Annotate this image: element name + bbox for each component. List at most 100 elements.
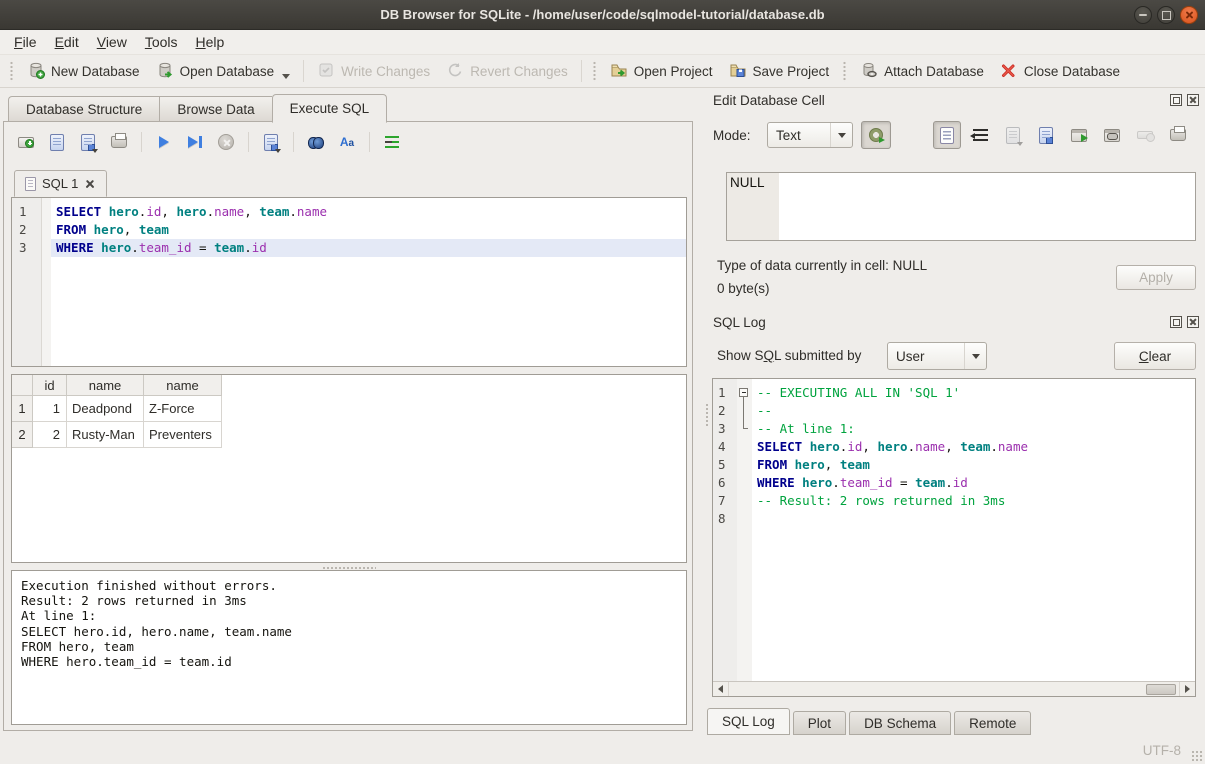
grid-cell[interactable]: Z-Force [144, 396, 222, 422]
write-changes-button[interactable]: Write Changes [309, 57, 438, 86]
close-dock-icon[interactable] [1187, 94, 1199, 106]
sql-log-view[interactable]: 12345678 -- EXECUTING ALL IN 'SQL 1'----… [712, 378, 1196, 697]
row-header[interactable]: 1 [12, 396, 33, 422]
print-sql-icon[interactable] [109, 132, 129, 152]
close-tab-icon[interactable] [84, 178, 96, 190]
fold-collapse-icon[interactable] [739, 388, 748, 397]
row-header[interactable]: 2 [12, 422, 33, 448]
close-button[interactable] [1180, 6, 1198, 24]
export-icon[interactable] [1065, 121, 1093, 149]
close-database-icon [1000, 61, 1018, 82]
save-results-icon[interactable] [261, 132, 281, 152]
editor-code[interactable]: SELECT hero.id, hero.name, team.nameFROM… [51, 198, 686, 366]
tab-plot[interactable]: Plot [793, 711, 846, 735]
menu-edit[interactable]: Edit [46, 31, 88, 53]
word-wrap-icon[interactable] [966, 121, 994, 149]
tab-db-schema[interactable]: DB Schema [849, 711, 951, 735]
grid-cell[interactable]: Preventers [144, 422, 222, 448]
vertical-splitter-handle[interactable] [705, 403, 709, 427]
import-text-icon[interactable] [999, 121, 1027, 149]
float-dock-icon[interactable] [1170, 94, 1182, 106]
line-number: 2 [12, 221, 41, 239]
maximize-button[interactable] [1157, 6, 1175, 24]
toolbar-handle[interactable] [9, 60, 14, 82]
code-line[interactable]: WHERE hero.team_id = team.id [51, 239, 686, 257]
sql-editor[interactable]: 123 SELECT hero.id, hero.name, team.name… [11, 197, 687, 367]
tab-browse-data[interactable]: Browse Data [159, 96, 271, 122]
mode-select[interactable]: Text [767, 122, 853, 148]
column-header[interactable]: id [33, 375, 67, 396]
save-sql-file-icon[interactable] [78, 132, 98, 152]
save-project-button[interactable]: Save Project [721, 57, 838, 86]
log-filter-select[interactable]: User [887, 342, 987, 370]
scrollbar-thumb[interactable] [1146, 684, 1176, 695]
grid-cell[interactable]: 1 [33, 396, 67, 422]
tab-database-structure[interactable]: Database Structure [8, 96, 159, 122]
menu-help[interactable]: Help [187, 31, 234, 53]
find-replace-icon[interactable]: Aa [337, 132, 357, 152]
toolbar-handle[interactable] [592, 60, 597, 82]
scroll-right-arrow-icon[interactable] [1179, 682, 1195, 696]
new-sql-tab-icon[interactable] [16, 132, 36, 152]
code-line[interactable]: FROM hero, team [752, 456, 1195, 474]
apply-mode-gear-button[interactable] [861, 121, 891, 149]
float-dock-icon[interactable] [1170, 316, 1182, 328]
tab-remote[interactable]: Remote [954, 711, 1031, 735]
right-pane: Edit Database Cell Mode: Text NULL Type … [705, 88, 1205, 764]
code-line[interactable]: FROM hero, team [51, 221, 686, 239]
column-header[interactable]: name [67, 375, 144, 396]
code-line[interactable]: SELECT hero.id, hero.name, team.name [51, 203, 686, 221]
code-line[interactable]: -- [752, 402, 1195, 420]
menu-view[interactable]: View [88, 31, 136, 53]
cell-value-editor[interactable]: NULL [726, 172, 1196, 241]
open-database-dropdown-caret[interactable] [282, 74, 290, 79]
log-fold-margin [737, 379, 752, 681]
revert-changes-button[interactable]: Revert Changes [438, 57, 576, 86]
save-as-icon[interactable] [1032, 121, 1060, 149]
menu-file[interactable]: File [5, 31, 46, 53]
close-dock-icon[interactable] [1187, 316, 1199, 328]
print-icon[interactable] [1164, 121, 1192, 149]
cell-editor-toolbar [933, 121, 1192, 149]
stop-icon[interactable] [216, 132, 236, 152]
log-horizontal-scrollbar[interactable] [713, 681, 1195, 696]
open-sql-file-icon[interactable] [47, 132, 67, 152]
code-line[interactable]: -- At line 1: [752, 420, 1195, 438]
minimize-button[interactable] [1134, 6, 1152, 24]
results-grid[interactable]: idnamename11DeadpondZ-Force22Rusty-ManPr… [11, 374, 687, 563]
grid-cell[interactable]: Deadpond [67, 396, 144, 422]
resize-grip[interactable] [1191, 750, 1203, 762]
mode-label: Mode: [713, 128, 751, 143]
clear-log-button[interactable]: Clear [1114, 342, 1196, 370]
grid-corner-header[interactable] [12, 375, 33, 396]
code-line[interactable]: SELECT hero.id, hero.name, team.name [752, 438, 1195, 456]
open-project-button[interactable]: Open Project [602, 57, 721, 86]
toolbar-handle[interactable] [842, 60, 847, 82]
attach-database-button[interactable]: Attach Database [852, 57, 992, 86]
execute-current-line-icon[interactable] [185, 132, 205, 152]
column-header[interactable]: name [144, 375, 222, 396]
grid-cell[interactable]: 2 [33, 422, 67, 448]
code-line[interactable]: -- EXECUTING ALL IN 'SQL 1' [752, 384, 1195, 402]
sql-doc-tab[interactable]: SQL 1 [14, 170, 107, 197]
menu-tools[interactable]: Tools [136, 31, 187, 53]
open-database-button[interactable]: Open Database [148, 57, 299, 86]
set-null-icon[interactable] [1131, 121, 1159, 149]
grid-cell[interactable]: Rusty-Man [67, 422, 144, 448]
code-line[interactable]: -- Result: 2 rows returned in 3ms [752, 492, 1195, 510]
format-sql-icon[interactable] [382, 132, 402, 152]
scroll-left-arrow-icon[interactable] [713, 682, 729, 696]
tab-execute-sql[interactable]: Execute SQL [272, 94, 388, 123]
execute-all-icon[interactable] [154, 132, 174, 152]
edit-url-icon[interactable] [1098, 121, 1126, 149]
apply-mode-gear-icon [869, 128, 883, 142]
code-line[interactable] [752, 510, 1195, 528]
apply-button[interactable]: Apply [1116, 265, 1196, 290]
titlebar[interactable]: DB Browser for SQLite - /home/user/code/… [0, 0, 1205, 30]
tab-sql-log[interactable]: SQL Log [707, 708, 790, 735]
find-icon[interactable] [306, 132, 326, 152]
close-database-button[interactable]: Close Database [992, 57, 1128, 86]
text-mode-icon[interactable] [933, 121, 961, 149]
new-database-button[interactable]: New Database [19, 57, 148, 86]
code-line[interactable]: WHERE hero.team_id = team.id [752, 474, 1195, 492]
